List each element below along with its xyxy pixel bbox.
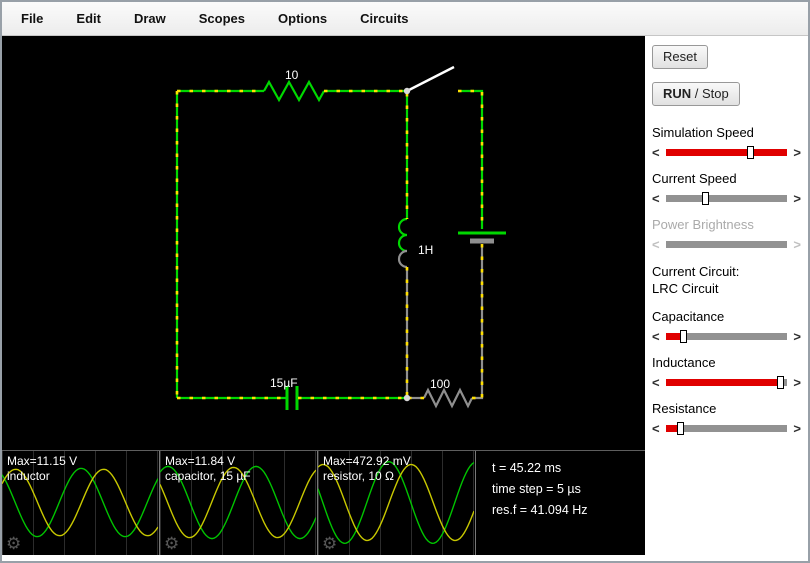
- scope-panel-capacitor[interactable]: Max=11.84 V capacitor, 15 µF ⚙: [160, 451, 318, 555]
- run-label: RUN: [663, 86, 692, 101]
- resistor-bottom[interactable]: 100: [423, 377, 473, 409]
- main-content: 10 1H 15µF 100 Max=11.15 V inductor ⚙ Ma…: [2, 36, 808, 561]
- power-brightness-slider: Power Brightness < >: [652, 217, 801, 252]
- resistor-top[interactable]: 10: [263, 68, 325, 103]
- app-window: File Edit Draw Scopes Options Circuits 1…: [0, 0, 810, 563]
- slider-fill: [666, 148, 787, 156]
- run-stop-button[interactable]: RUN / Stop: [652, 82, 740, 106]
- current-dots: [175, 89, 484, 400]
- menu-file[interactable]: File: [21, 11, 43, 26]
- slider-fill: [666, 378, 781, 386]
- resistor-bottom-label: 100: [430, 377, 450, 391]
- slider-right-arrow-icon[interactable]: >: [790, 375, 801, 390]
- voltage-source[interactable]: [458, 231, 506, 244]
- slider-label: Inductance: [652, 355, 716, 370]
- status-resonant-freq: res.f = 41.094 Hz: [492, 503, 588, 517]
- slider-handle[interactable]: [680, 329, 688, 343]
- switch[interactable]: [406, 65, 455, 93]
- scope-panel-inductor[interactable]: Max=11.15 V inductor ⚙: [2, 451, 160, 555]
- slider-right-arrow-icon[interactable]: >: [790, 237, 801, 252]
- control-sidebar: Reset RUN / Stop Simulation Speed < > Cu…: [645, 36, 808, 561]
- slider-track[interactable]: [666, 329, 787, 343]
- slider-handle[interactable]: [746, 145, 754, 159]
- scope-settings-gear-icon[interactable]: ⚙: [164, 534, 179, 554]
- current-circuit-info: Current Circuit: LRC Circuit: [652, 263, 801, 297]
- slider-track[interactable]: [666, 240, 787, 248]
- current-circuit-label: Current Circuit:: [652, 264, 740, 279]
- scope-readout: Max=11.84 V capacitor, 15 µF: [165, 454, 251, 484]
- scope-element-label: inductor: [7, 469, 50, 483]
- resistor-top-label: 10: [285, 68, 299, 82]
- slider-left-arrow-icon[interactable]: <: [652, 145, 663, 160]
- slider-track[interactable]: [666, 145, 787, 159]
- inductor-label: 1H: [418, 243, 433, 257]
- scope-panel-resistor[interactable]: Max=472.92 mV resistor, 10 Ω ⚙: [318, 451, 476, 555]
- slider-left-arrow-icon[interactable]: <: [652, 237, 663, 252]
- slider-left-arrow-icon[interactable]: <: [652, 329, 663, 344]
- simulation-status: t = 45.22 ms time step = 5 µs res.f = 41…: [476, 451, 588, 555]
- scope-row: Max=11.15 V inductor ⚙ Max=11.84 V capac…: [2, 450, 645, 555]
- slider-track[interactable]: [666, 421, 787, 435]
- current-circuit-value: LRC Circuit: [652, 281, 719, 296]
- current-speed-slider: Current Speed < >: [652, 171, 801, 206]
- menu-scopes[interactable]: Scopes: [199, 11, 245, 26]
- stop-label: / Stop: [691, 86, 729, 101]
- circuit-wires-neutral[interactable]: [405, 244, 484, 400]
- menu-bar: File Edit Draw Scopes Options Circuits: [2, 2, 808, 36]
- scope-element-label: capacitor, 15 µF: [165, 469, 251, 483]
- reset-button[interactable]: Reset: [652, 45, 708, 69]
- slider-label: Power Brightness: [652, 217, 754, 232]
- slider-left-arrow-icon[interactable]: <: [652, 421, 663, 436]
- slider-handle[interactable]: [701, 191, 709, 205]
- slider-right-arrow-icon[interactable]: >: [790, 329, 801, 344]
- junction-post-top[interactable]: [403, 87, 411, 95]
- slider-label: Resistance: [652, 401, 717, 416]
- slider-left-arrow-icon[interactable]: <: [652, 375, 663, 390]
- menu-circuits[interactable]: Circuits: [360, 11, 408, 26]
- slider-left-arrow-icon[interactable]: <: [652, 191, 663, 206]
- scope-max-label: Max=472.92 mV: [323, 454, 411, 468]
- slider-track[interactable]: [666, 375, 787, 389]
- slider-handle[interactable]: [676, 421, 684, 435]
- slider-label: Simulation Speed: [652, 125, 754, 140]
- slider-track[interactable]: [666, 191, 787, 205]
- circuit-canvas[interactable]: 10 1H 15µF 100: [2, 36, 645, 450]
- slider-label: Capacitance: [652, 309, 725, 324]
- menu-options[interactable]: Options: [278, 11, 327, 26]
- slider-label: Current Speed: [652, 171, 737, 186]
- inductance-slider: Inductance < >: [652, 355, 801, 390]
- status-timestep: time step = 5 µs: [492, 482, 581, 496]
- capacitor[interactable]: 15µF: [270, 376, 299, 410]
- circuit-area[interactable]: 10 1H 15µF 100: [2, 36, 645, 450]
- scope-element-label: resistor, 10 Ω: [323, 469, 394, 483]
- scope-readout: Max=472.92 mV resistor, 10 Ω: [323, 454, 411, 484]
- capacitor-label: 15µF: [270, 376, 298, 390]
- slider-right-arrow-icon[interactable]: >: [790, 421, 801, 436]
- slider-right-arrow-icon[interactable]: >: [790, 145, 801, 160]
- slider-handle[interactable]: [776, 375, 784, 389]
- menu-edit[interactable]: Edit: [76, 11, 101, 26]
- scope-readout: Max=11.15 V inductor: [7, 454, 77, 484]
- junction-post-bottom[interactable]: [403, 394, 411, 402]
- scope-max-label: Max=11.84 V: [165, 454, 236, 468]
- scope-max-label: Max=11.15 V: [7, 454, 78, 468]
- menu-draw[interactable]: Draw: [134, 11, 166, 26]
- status-time: t = 45.22 ms: [492, 461, 562, 475]
- simulation-speed-slider: Simulation Speed < >: [652, 125, 801, 160]
- inductor[interactable]: 1H: [397, 217, 433, 269]
- slider-right-arrow-icon[interactable]: >: [790, 191, 801, 206]
- circuit-canvas-column: 10 1H 15µF 100 Max=11.15 V inductor ⚙ Ma…: [2, 36, 645, 555]
- capacitance-slider: Capacitance < >: [652, 309, 801, 344]
- resistance-slider: Resistance < >: [652, 401, 801, 436]
- scope-settings-gear-icon[interactable]: ⚙: [6, 534, 21, 554]
- scope-settings-gear-icon[interactable]: ⚙: [322, 534, 337, 554]
- circuit-wires-hot[interactable]: [175, 89, 484, 400]
